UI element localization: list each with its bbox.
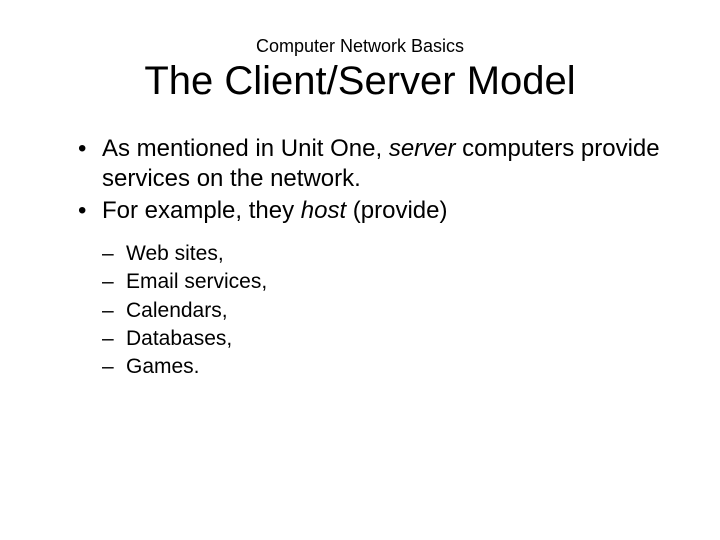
bullet-item: For example, they host (provide) xyxy=(78,196,670,226)
bullet-emphasis: server xyxy=(389,135,456,162)
bullet-text: As mentioned in Unit One, xyxy=(102,135,389,162)
slide: Computer Network Basics The Client/Serve… xyxy=(0,0,720,382)
sub-bullet-item: Games. xyxy=(102,353,670,381)
slide-overtitle: Computer Network Basics xyxy=(50,36,670,57)
bullet-item: As mentioned in Unit One, server compute… xyxy=(78,134,670,194)
sub-bullet-item: Web sites, xyxy=(102,240,670,268)
bullet-text: For example, they xyxy=(102,197,301,224)
sub-bullet-item: Calendars, xyxy=(102,297,670,325)
sub-bullet-item: Databases, xyxy=(102,325,670,353)
bullet-list: As mentioned in Unit One, server compute… xyxy=(50,134,670,226)
slide-title: The Client/Server Model xyxy=(50,59,670,104)
bullet-emphasis: host xyxy=(301,197,346,224)
sub-bullet-list: Web sites, Email services, Calendars, Da… xyxy=(50,240,670,382)
sub-bullet-item: Email services, xyxy=(102,268,670,296)
bullet-text: (provide) xyxy=(346,197,447,224)
